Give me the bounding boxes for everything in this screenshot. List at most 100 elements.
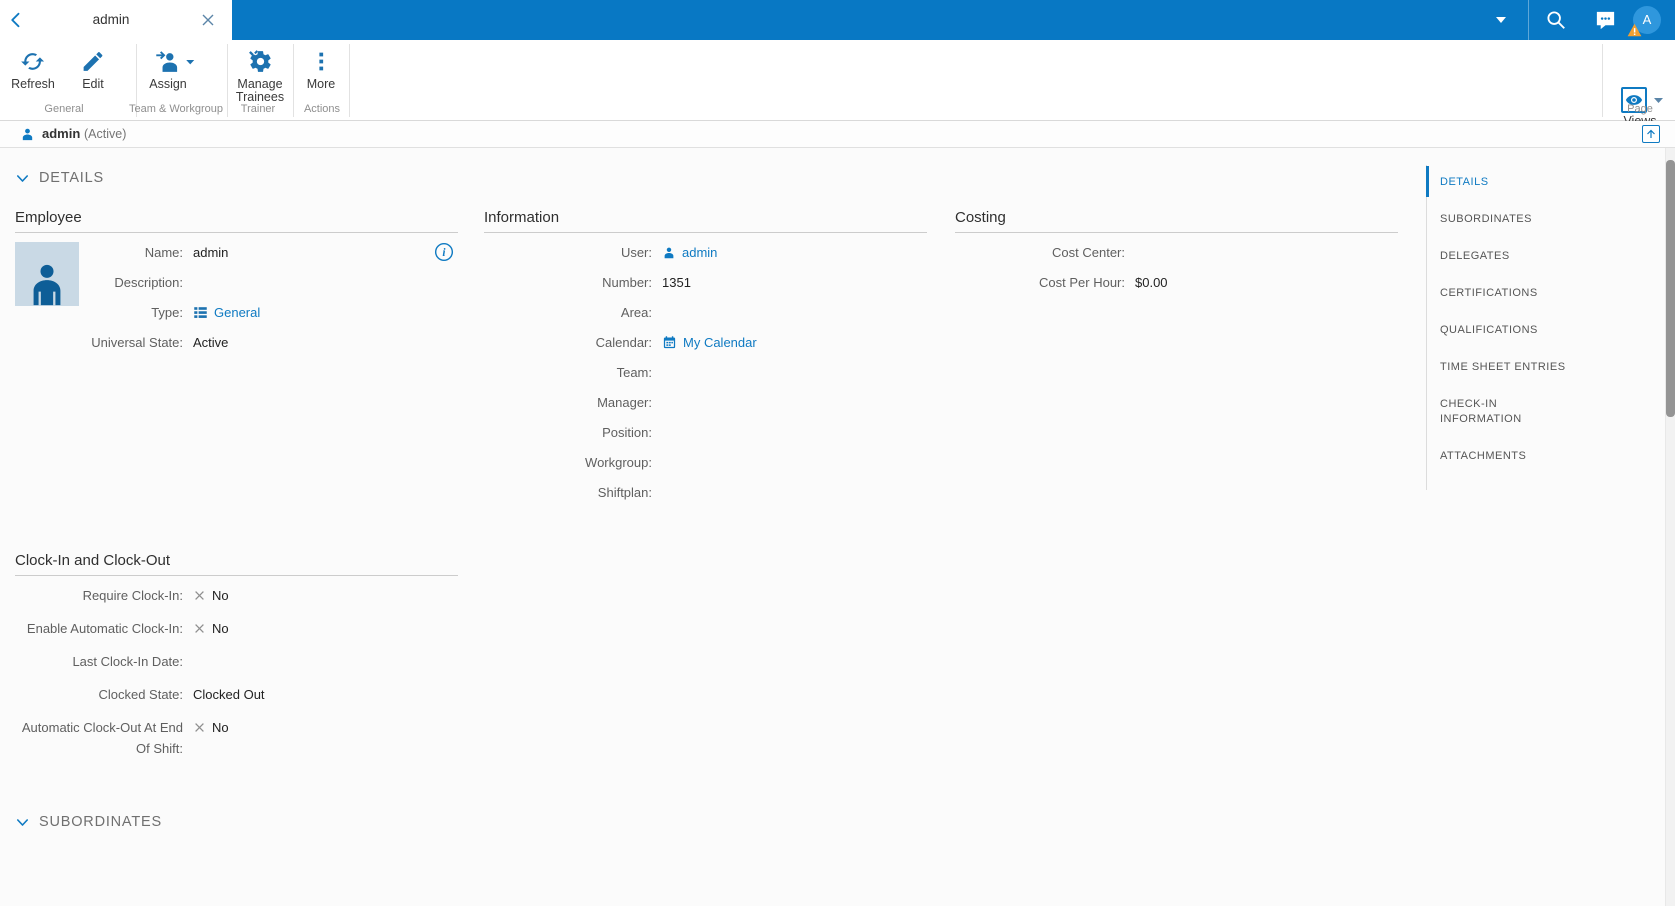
field-label: Team: [616, 365, 652, 380]
top-bar: admin A [0, 0, 1675, 40]
field-label: Position: [602, 425, 652, 440]
type-link[interactable]: General [214, 302, 260, 323]
subordinates-section-header[interactable]: SUBORDINATES [15, 814, 162, 830]
person-icon [33, 264, 61, 306]
information-section-title: Information [484, 209, 927, 233]
ribbon-divider [349, 44, 350, 117]
field-label: User: [620, 245, 652, 260]
subordinates-section-title: SUBORDINATES [39, 814, 162, 830]
group-label-general: General [44, 103, 84, 115]
field-label: Calendar: [595, 335, 652, 350]
field-label: Cost Per Hour: [1039, 275, 1125, 290]
field-label: Enable Automatic Clock-In: [26, 621, 183, 636]
scrollbar-track[interactable] [1665, 148, 1675, 906]
calendar-link[interactable]: My Calendar [683, 332, 757, 353]
tab-title[interactable]: admin [40, 0, 182, 40]
tab-close-icon[interactable] [200, 12, 216, 28]
search-icon[interactable] [1545, 9, 1567, 31]
field-team: Team: [484, 362, 927, 383]
field-description: Description: [15, 272, 458, 293]
field-label: Last Clock-In Date: [72, 654, 183, 669]
field-value: No [212, 588, 229, 603]
field-shiftplan: Shiftplan: [484, 482, 927, 503]
nav-item-check-in-information[interactable]: CHECK-IN INFORMATION [1440, 397, 1535, 427]
field-type: Type: General [15, 302, 458, 323]
breadcrumb: admin (Active) [0, 121, 1675, 148]
nav-item-time-sheet-entries[interactable]: TIME SHEET ENTRIES [1440, 360, 1652, 375]
x-mark-icon [195, 624, 204, 633]
field-area: Area: [484, 302, 927, 323]
nav-item-certifications[interactable]: CERTIFICATIONS [1440, 286, 1652, 301]
group-label-team-workgroup: Team & Workgroup [129, 103, 223, 115]
field-label: Require Clock-In: [82, 588, 183, 603]
field-value: No [212, 720, 229, 735]
field-label: Manager: [597, 395, 652, 410]
views-dropdown-caret-icon[interactable] [1653, 96, 1664, 105]
svg-text:i: i [442, 247, 446, 259]
employee-section: Employee i Name: admin Description: Type… [15, 209, 458, 362]
calendar-icon [663, 336, 676, 349]
nav-item-subordinates[interactable]: SUBORDINATES [1440, 212, 1652, 227]
costing-section-title: Costing [955, 209, 1398, 233]
breadcrumb-name: admin [42, 126, 81, 141]
field-label: Automatic Clock-Out At End Of Shift: [21, 720, 183, 756]
field-number: Number: 1351 [484, 272, 927, 293]
manage-trainees-button[interactable]: Manage Trainees [232, 49, 288, 104]
assign-icon [156, 49, 195, 74]
field-label: Clocked State: [98, 687, 183, 702]
nav-item-qualifications[interactable]: QUALIFICATIONS [1440, 323, 1652, 338]
nav-item-attachments[interactable]: ATTACHMENTS [1440, 449, 1652, 464]
chat-icon[interactable] [1594, 9, 1617, 32]
scrollbar-thumb[interactable] [1666, 160, 1675, 417]
edit-icon [81, 49, 106, 74]
list-icon [194, 307, 207, 318]
field-label: Cost Center: [1052, 245, 1125, 260]
field-label: Shiftplan: [597, 485, 652, 500]
group-label-actions: Actions [303, 103, 341, 115]
chevron-down-icon [17, 174, 28, 182]
costing-section: Costing Cost Center: Cost Per Hour: $0.0… [955, 209, 1398, 302]
field-label: Workgroup: [585, 455, 652, 470]
chevron-down-icon [17, 818, 28, 826]
section-nav: DETAILS SUBORDINATES DELEGATES CERTIFICA… [1426, 165, 1652, 490]
field-label: Universal State: [91, 335, 183, 350]
field-automatic-clock-out: Automatic Clock-Out At End Of Shift: No [15, 717, 458, 759]
group-label-trainer: Trainer [240, 103, 276, 115]
tab-area: admin [0, 0, 232, 40]
field-label: Area: [620, 305, 652, 320]
field-last-clock-in-date: Last Clock-In Date: [15, 651, 458, 672]
field-user: User: admin [484, 242, 927, 263]
back-icon[interactable] [6, 10, 26, 30]
x-mark-icon [195, 591, 204, 600]
x-mark-icon [195, 723, 204, 732]
field-position: Position: [484, 422, 927, 443]
employee-avatar[interactable] [15, 242, 79, 306]
field-label: Number: [602, 275, 652, 290]
nav-item-details[interactable]: DETAILS [1426, 166, 1652, 197]
clock-section-title: Clock-In and Clock-Out [15, 552, 458, 576]
collapse-panel-icon[interactable] [1642, 125, 1660, 143]
field-value: $0.00 [1135, 275, 1168, 290]
topbar-chevron-down-icon[interactable] [1494, 14, 1508, 26]
information-section: Information User: admin Number: 1351 Are… [484, 209, 927, 512]
edit-button[interactable]: Edit [81, 49, 106, 91]
user-link[interactable]: admin [682, 242, 717, 263]
edit-label: Edit [82, 77, 104, 91]
details-section-title: DETAILS [39, 170, 104, 186]
info-icon[interactable]: i [434, 242, 454, 262]
details-section-header[interactable]: DETAILS [15, 170, 104, 186]
more-icon [308, 49, 333, 74]
manage-trainees-icon [248, 49, 273, 74]
refresh-button[interactable]: Refresh [11, 49, 55, 91]
assign-button[interactable]: Assign [149, 49, 195, 91]
assign-label: Assign [149, 77, 187, 91]
field-value: Clocked Out [193, 687, 265, 702]
ribbon-divider [1602, 44, 1603, 117]
assign-dropdown-caret-icon[interactable] [186, 58, 196, 66]
refresh-icon [21, 49, 46, 74]
manage-trainees-label: Manage Trainees [235, 77, 285, 104]
nav-item-delegates[interactable]: DELEGATES [1440, 249, 1652, 264]
field-value: No [212, 621, 229, 636]
more-button[interactable]: More [307, 49, 335, 91]
field-require-clock-in: Require Clock-In: No [15, 585, 458, 606]
